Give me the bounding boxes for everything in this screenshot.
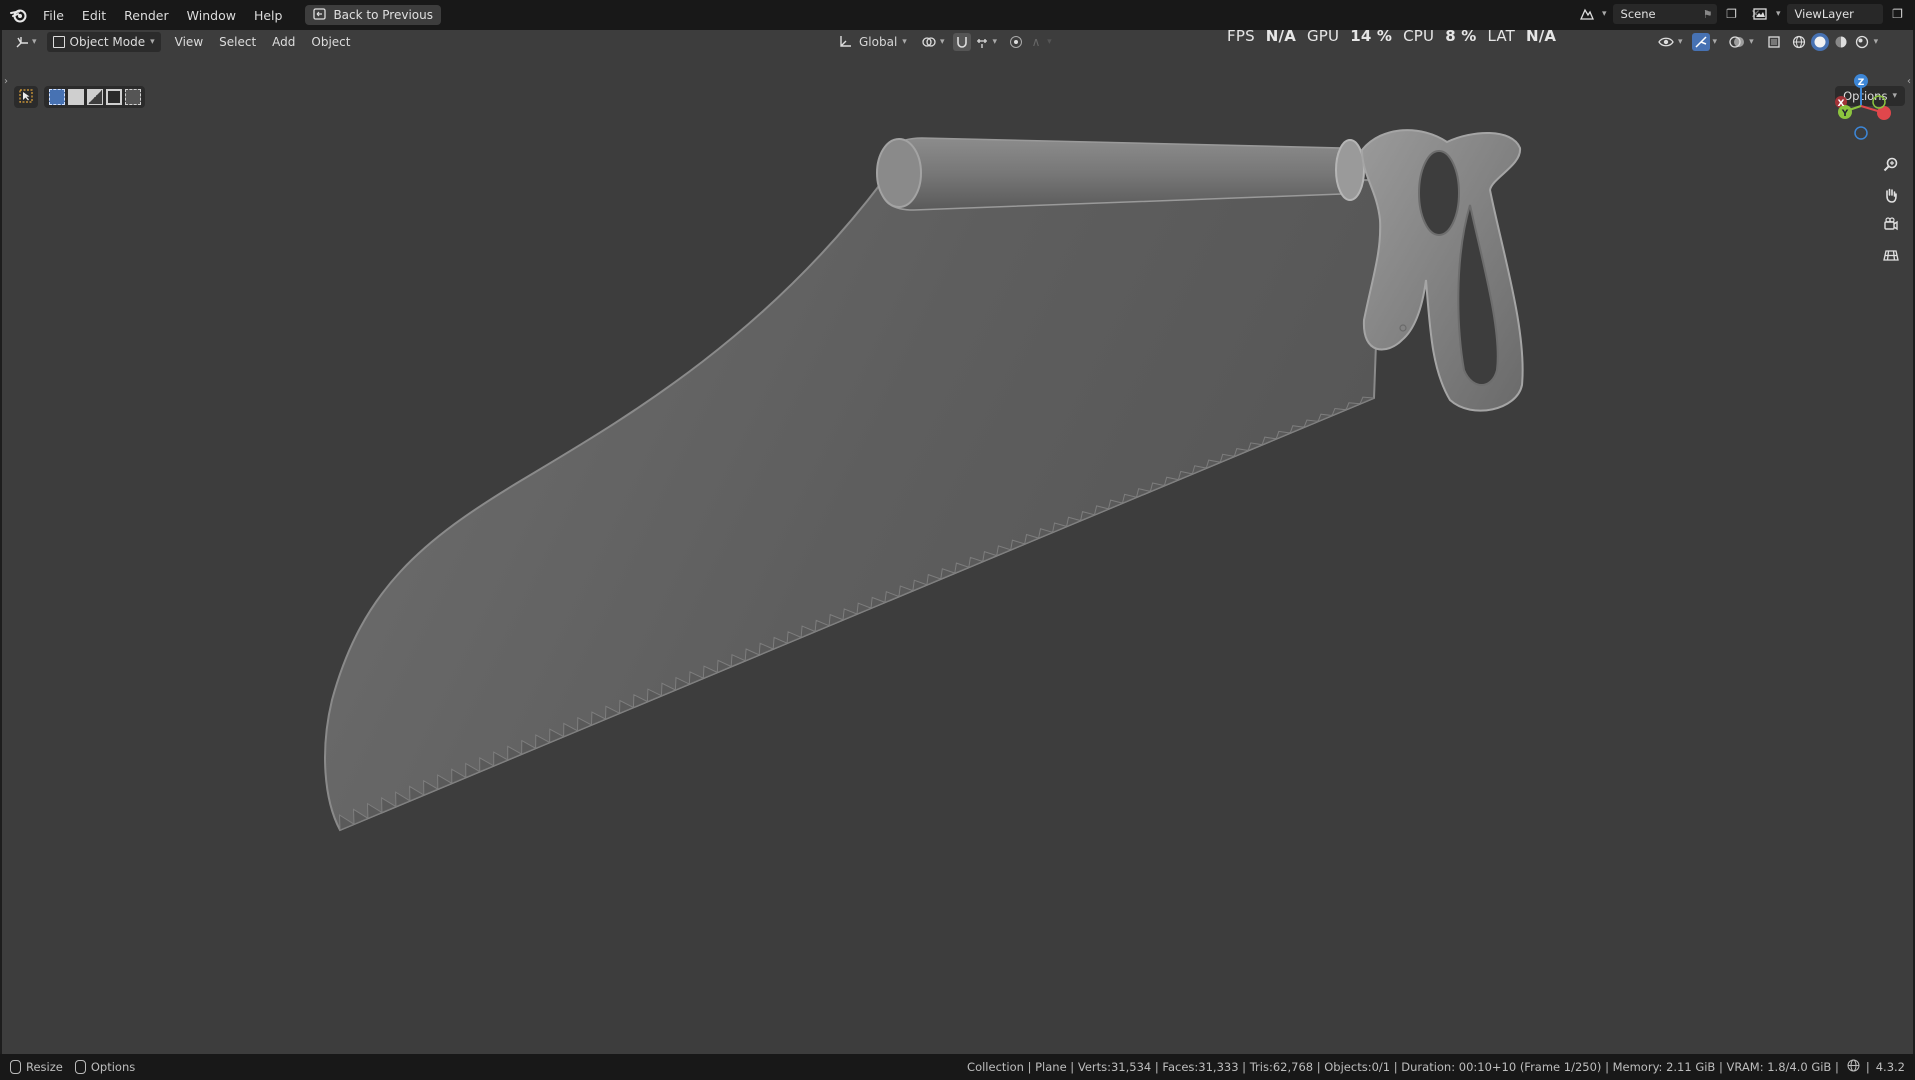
- scene-name-field[interactable]: Scene ⚑: [1612, 4, 1717, 24]
- chevron-down-icon: ▾: [1602, 9, 1607, 19]
- snap-icon[interactable]: [952, 33, 971, 51]
- back-to-previous-label: Back to Previous: [333, 8, 433, 22]
- chevron-down-icon: ▾: [902, 37, 907, 47]
- lat-label: LAT: [1487, 27, 1516, 45]
- axis-x-label: X: [1838, 99, 1845, 109]
- wireframe-shading-icon[interactable]: [1790, 33, 1808, 51]
- saw-model: [324, 129, 1524, 832]
- orientation-axes-icon: [836, 33, 854, 51]
- chevron-down-icon: ▾: [1749, 37, 1754, 47]
- navigation-gizmo[interactable]: Z Y X: [1827, 72, 1895, 144]
- sidebar-expand-arrow-icon[interactable]: ‹: [1907, 76, 1911, 87]
- menu-select[interactable]: Select: [211, 35, 264, 49]
- top-bar: File Edit Render Window Help Back to Pre…: [0, 0, 1915, 30]
- select-tool-button[interactable]: [14, 86, 38, 108]
- viewport-header: ▾ Object Mode ▾ View Select Add Object G…: [0, 27, 1915, 54]
- scene-statistics: Collection | Plane | Verts:31,534 | Face…: [967, 1060, 1839, 1074]
- blender-version: 4.3.2: [1875, 1060, 1905, 1074]
- select-new-icon[interactable]: [48, 89, 65, 105]
- chevron-down-icon: ▾: [1873, 37, 1879, 47]
- menu-window[interactable]: Window: [178, 8, 245, 23]
- menu-help[interactable]: Help: [245, 8, 292, 23]
- back-window-icon: [313, 7, 327, 23]
- menu-add[interactable]: Add: [264, 35, 303, 49]
- menu-edit[interactable]: Edit: [73, 8, 115, 23]
- blender-logo-icon[interactable]: [8, 4, 30, 26]
- transform-orientation-dropdown[interactable]: Global ▾: [836, 32, 907, 52]
- select-subtract-icon[interactable]: [86, 89, 103, 105]
- fps-label: FPS: [1227, 27, 1255, 45]
- mode-selector[interactable]: Object Mode ▾: [46, 32, 161, 52]
- cpu-value: 8 %: [1445, 27, 1477, 45]
- xray-icon[interactable]: [1765, 33, 1783, 51]
- editor-type-icon[interactable]: [14, 33, 32, 51]
- chevron-down-icon: ▾: [1712, 37, 1718, 47]
- select-intersect-icon[interactable]: [124, 89, 141, 105]
- scene-name-label: Scene: [1620, 7, 1656, 21]
- chevron-down-icon: ▾: [1678, 37, 1683, 47]
- chevron-down-icon: ▾: [1776, 9, 1781, 19]
- gpu-label: GPU: [1306, 27, 1340, 45]
- viewlayer-icon[interactable]: [1752, 5, 1770, 23]
- snap-target-icon[interactable]: [973, 33, 991, 51]
- viewlayer-name-label: ViewLayer: [1794, 7, 1854, 21]
- options-hint: Options: [90, 1060, 136, 1074]
- overlays-icon[interactable]: [1728, 33, 1746, 51]
- chevron-down-icon: ▾: [1047, 37, 1052, 47]
- menu-render[interactable]: Render: [115, 8, 178, 23]
- axis-y-label: Y: [1841, 109, 1849, 119]
- chevron-down-icon: ▾: [992, 37, 998, 47]
- pivot-point-icon[interactable]: [920, 33, 938, 51]
- new-scene-icon[interactable]: ❐: [1723, 5, 1741, 23]
- separator: |: [1865, 1060, 1870, 1074]
- falloff-icon[interactable]: ∧: [1027, 33, 1045, 51]
- mode-label: Object Mode: [69, 35, 146, 49]
- toolbar-expand-arrow-icon[interactable]: ›: [4, 76, 8, 87]
- pin-icon[interactable]: ⚑: [1703, 8, 1713, 21]
- new-viewlayer-icon[interactable]: ❐: [1889, 5, 1907, 23]
- grid-icon[interactable]: [1878, 242, 1904, 268]
- chevron-down-icon: ▾: [940, 37, 945, 47]
- menu-object[interactable]: Object: [303, 35, 358, 49]
- axis-z-label: Z: [1858, 78, 1865, 88]
- chevron-down-icon: ▾: [32, 37, 37, 47]
- resize-hint: Resize: [26, 1060, 63, 1074]
- network-globe-icon: [1847, 1059, 1860, 1075]
- select-extend-icon[interactable]: [67, 89, 84, 105]
- visibility-eye-icon[interactable]: [1657, 33, 1675, 51]
- performance-overlay: FPS N/A GPU 14 % CPU 8 % LAT N/A: [1227, 27, 1556, 45]
- back-to-previous-button[interactable]: Back to Previous: [305, 5, 441, 25]
- viewlayer-name-field[interactable]: ViewLayer: [1786, 4, 1883, 24]
- select-invert-icon[interactable]: [105, 89, 122, 105]
- chevron-down-icon: ▾: [150, 37, 155, 47]
- mouse-left-icon: [10, 1060, 21, 1074]
- rendered-shading-icon[interactable]: [1853, 33, 1871, 51]
- 3d-viewport[interactable]: Options ▾ › ‹ Z Y X: [2, 30, 1913, 1054]
- status-bar: Resize Options Collection | Plane | Vert…: [0, 1054, 1915, 1080]
- cursor-select-icon: [19, 88, 33, 106]
- object-mode-icon: [52, 36, 65, 48]
- selection-mode-group: [44, 86, 145, 108]
- menu-file[interactable]: File: [34, 8, 73, 23]
- fps-value: N/A: [1265, 27, 1297, 45]
- camera-icon[interactable]: [1878, 212, 1904, 238]
- proportional-edit-icon[interactable]: [1007, 33, 1025, 51]
- hand-icon[interactable]: [1878, 182, 1904, 208]
- menu-view[interactable]: View: [167, 35, 211, 49]
- material-shading-icon[interactable]: [1832, 33, 1850, 51]
- lat-value: N/A: [1525, 27, 1557, 45]
- scene-selector-icon[interactable]: [1578, 5, 1596, 23]
- cpu-label: CPU: [1403, 27, 1435, 45]
- magnifier-icon[interactable]: [1878, 152, 1904, 178]
- orientation-label: Global: [859, 35, 898, 49]
- gizmo-toggle-icon[interactable]: [1691, 33, 1710, 51]
- mouse-right-icon: [74, 1060, 86, 1074]
- gpu-value: 14 %: [1350, 27, 1393, 45]
- solid-shading-icon[interactable]: [1810, 33, 1829, 51]
